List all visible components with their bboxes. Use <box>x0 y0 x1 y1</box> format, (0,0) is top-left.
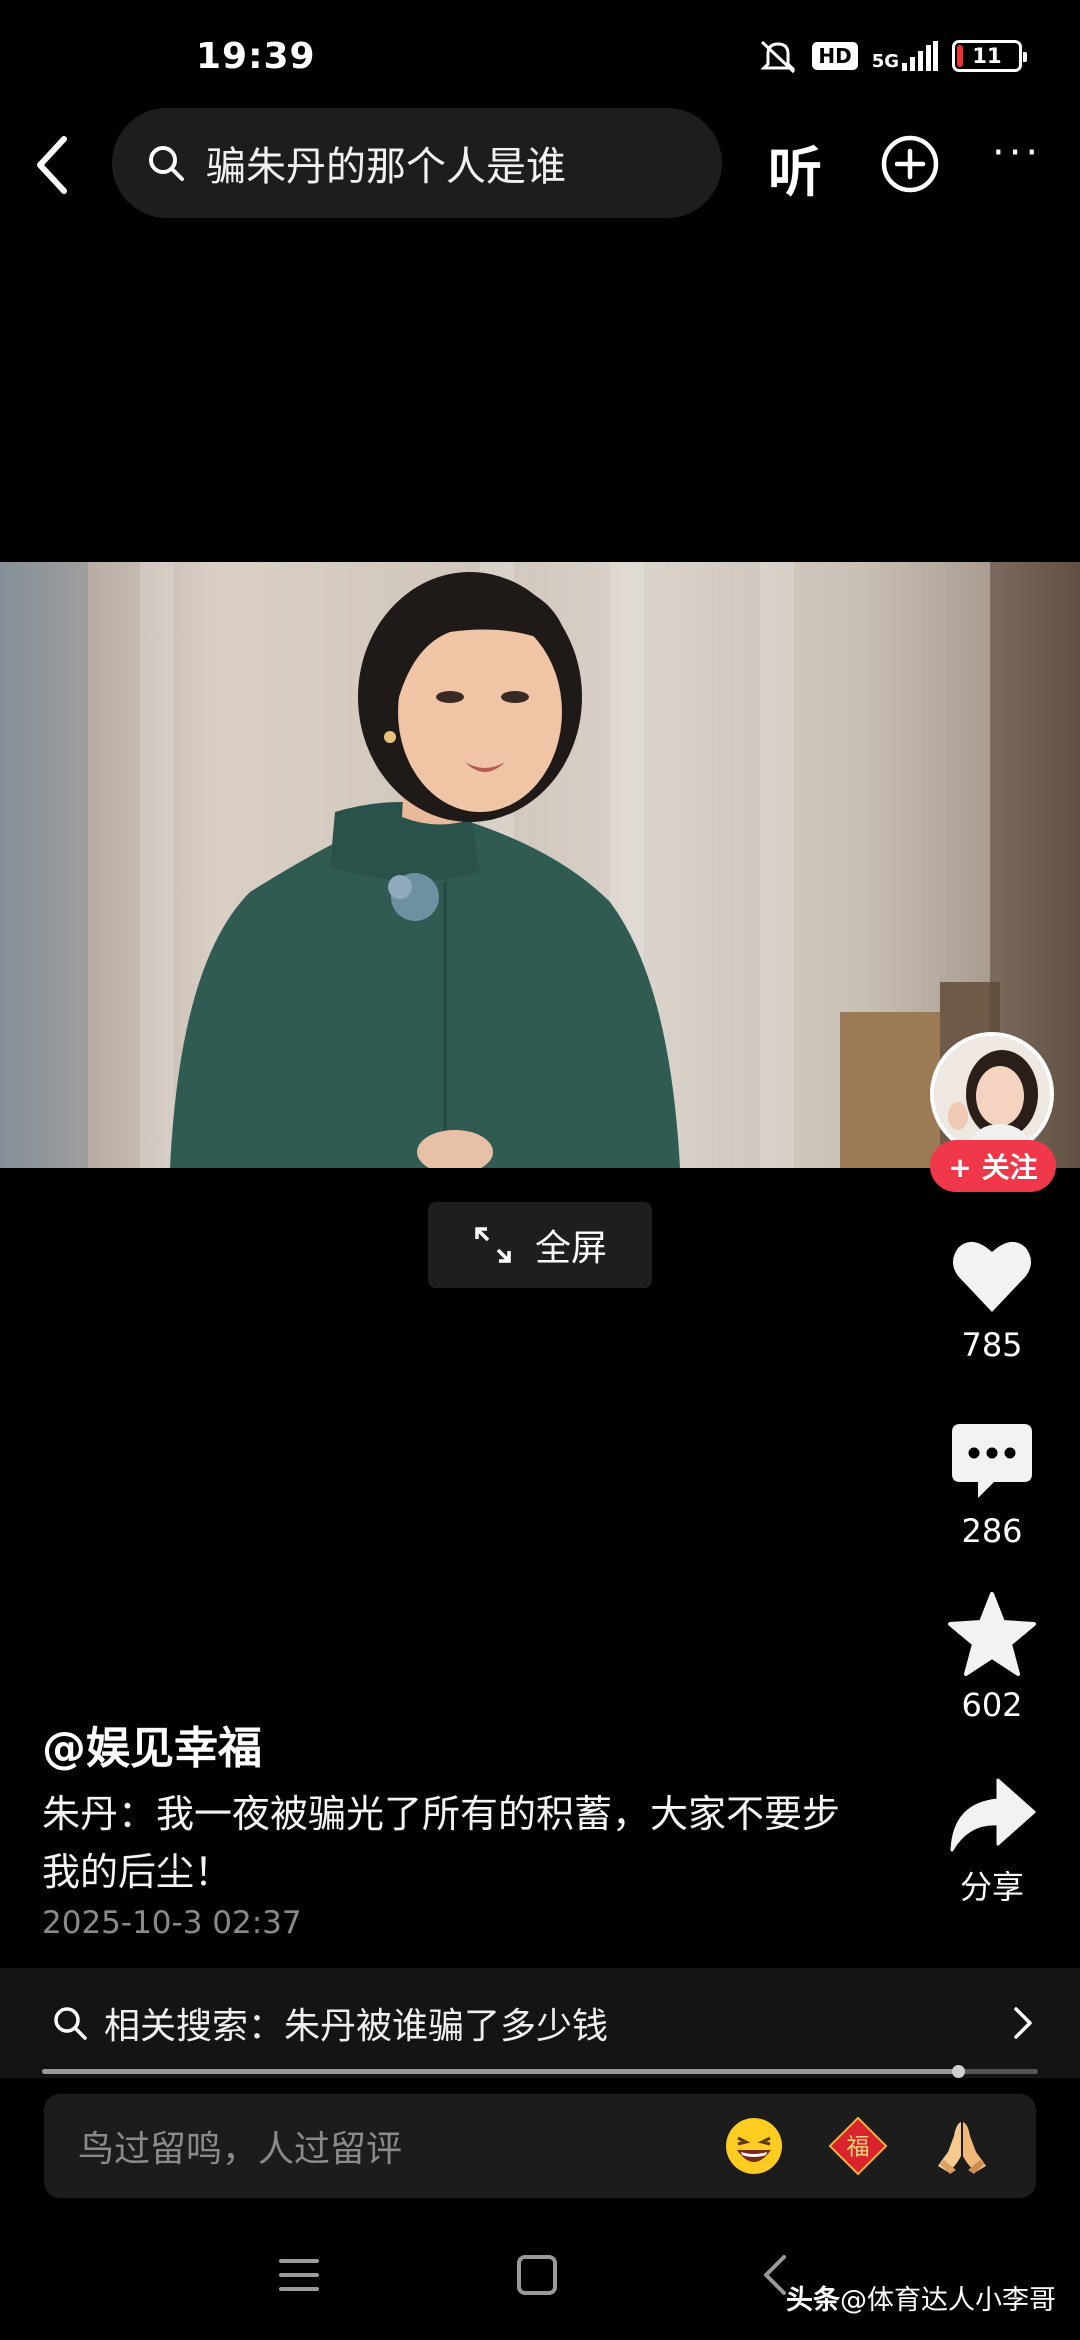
pray-emoji-button[interactable] <box>932 2116 992 2176</box>
laughing-face-icon <box>726 2118 782 2174</box>
like-action[interactable]: 785 <box>930 1236 1054 1364</box>
share-action[interactable]: 分享 <box>930 1778 1054 1908</box>
share-arrow-icon <box>950 1778 1036 1852</box>
plus-circle-icon <box>881 135 939 193</box>
related-search-bar[interactable]: 相关搜索：朱丹被谁骗了多少钱 <box>0 1968 1080 2078</box>
recents-nav-button[interactable] <box>264 2240 334 2310</box>
listen-button[interactable]: 听 <box>768 128 822 207</box>
follow-button[interactable]: + 关注 <box>930 1140 1056 1192</box>
network-type: 5G <box>871 51 899 72</box>
progress-fill <box>42 2069 959 2074</box>
fullscreen-button[interactable]: 全屏 <box>428 1202 652 1288</box>
favorite-action[interactable]: 602 <box>930 1592 1054 1724</box>
back-arrow-icon <box>37 136 67 194</box>
praying-hands-icon <box>938 2122 986 2174</box>
battery-icon: 11 <box>952 40 1027 72</box>
watermark: 头条@体育达人小李哥 <box>786 2278 1056 2317</box>
square-home-icon <box>517 2255 557 2295</box>
search-query: 骗朱丹的那个人是谁 <box>206 144 566 190</box>
watermark-user: @体育达人小李哥 <box>840 2285 1056 2316</box>
heart-icon <box>953 1241 1031 1312</box>
related-search-text: 相关搜索：朱丹被谁骗了多少钱 <box>104 2006 609 2047</box>
mute-icon <box>760 40 796 74</box>
comment-icon <box>952 1424 1032 1498</box>
comment-count: 286 <box>961 1512 1023 1550</box>
home-nav-button[interactable] <box>502 2240 572 2310</box>
svg-text:福: 福 <box>846 2134 869 2161</box>
star-icon <box>948 1592 1036 1676</box>
search-icon <box>149 146 184 181</box>
signal-icon: 5G <box>872 41 938 71</box>
post-caption: 朱丹：我一夜被骗光了所有的积蓄，大家不要步我的后尘！ <box>42 1792 841 1894</box>
fullscreen-label: 全屏 <box>534 1228 607 1269</box>
status-icons: HD 5G 11 <box>758 38 1027 74</box>
comment-action[interactable]: 286 <box>930 1422 1054 1550</box>
favorite-count: 602 <box>961 1686 1023 1724</box>
add-button[interactable] <box>880 134 940 198</box>
video-player[interactable] <box>0 562 1080 1168</box>
battery-level: 11 <box>972 44 1002 68</box>
video-frame-image <box>0 562 1080 1168</box>
expand-icon <box>475 1227 511 1263</box>
like-count: 785 <box>961 1326 1023 1364</box>
menu-lines-icon <box>279 2259 319 2291</box>
laugh-emoji-button[interactable] <box>724 2116 784 2176</box>
watermark-brand: 头条 <box>786 2285 840 2316</box>
fu-emoji-button[interactable]: 福 <box>828 2116 888 2176</box>
post-date: 2025-10-3 02:37 <box>42 1905 302 1941</box>
search-icon <box>54 2007 87 2040</box>
fu-diamond-icon: 福 <box>828 2116 888 2176</box>
status-time: 19:39 <box>196 36 316 77</box>
back-button[interactable] <box>20 130 84 200</box>
comment-placeholder: 鸟过留鸣，人过留评 <box>78 2129 403 2170</box>
share-label: 分享 <box>959 1868 1024 1906</box>
hd-badge: HD <box>812 42 858 70</box>
chevron-right-icon <box>1014 2007 1032 2039</box>
comment-input[interactable]: 鸟过留鸣，人过留评 福 <box>44 2094 1036 2198</box>
search-box[interactable]: 骗朱丹的那个人是谁 <box>112 108 722 218</box>
more-button[interactable]: ··· <box>992 130 1042 176</box>
author-avatar[interactable] <box>930 1032 1054 1156</box>
author-handle[interactable]: @娱见幸福 <box>42 1712 262 1776</box>
